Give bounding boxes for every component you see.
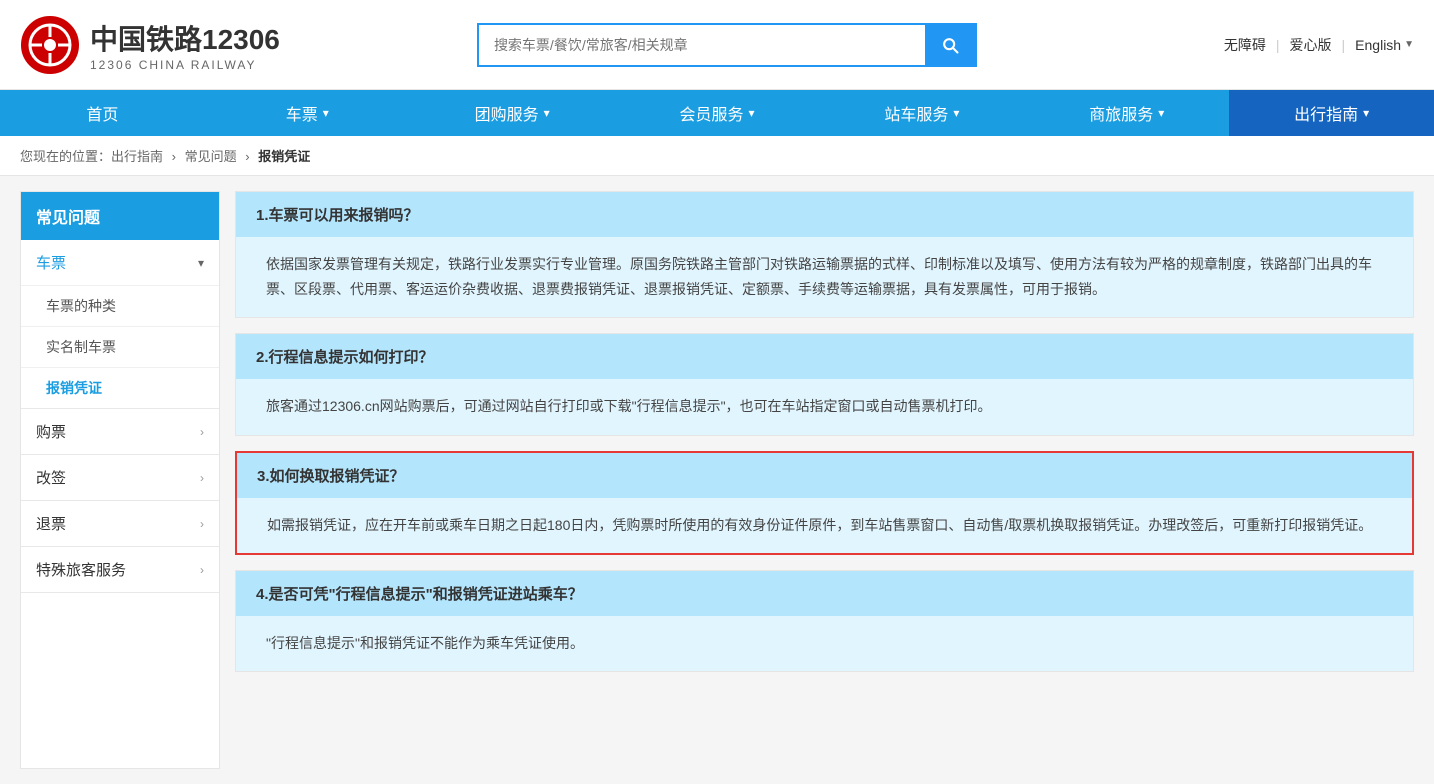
sidebar-section-label-special: 特殊旅客服务 [36, 559, 126, 580]
chevron-right-icon: › [200, 471, 204, 485]
nav-item-station[interactable]: 站车服务 ▾ [819, 90, 1024, 136]
breadcrumb-current: 报销凭证 [258, 149, 310, 164]
sidebar-section-header-buy[interactable]: 购票 › [21, 409, 219, 454]
sidebar-section-header-special[interactable]: 特殊旅客服务 › [21, 547, 219, 592]
sidebar-section-special: 特殊旅客服务 › [21, 547, 219, 593]
search-area [280, 23, 1174, 67]
divider-2: | [1342, 37, 1346, 53]
sidebar-section-header-change[interactable]: 改签 › [21, 455, 219, 500]
sidebar-section-header-refund[interactable]: 退票 › [21, 501, 219, 546]
chevron-down-icon: ▼ [1404, 39, 1414, 50]
chevron-down-icon: ▾ [1158, 106, 1164, 120]
nav-item-guide[interactable]: 出行指南 ▾ [1229, 90, 1434, 136]
faq-item-4: 4.是否可凭"行程信息提示"和报销凭证进站乘车？ "行程信息提示"和报销凭证不能… [235, 570, 1414, 672]
language-label: English [1355, 37, 1401, 53]
divider-1: | [1276, 37, 1280, 53]
sidebar: 常见问题 车票 ▾ 车票的种类 实名制车票 报销凭证 购票 › 改签 › [20, 191, 220, 769]
search-box [477, 23, 977, 67]
nav-item-tickets[interactable]: 车票 ▾ [205, 90, 410, 136]
nav-label-business: 商旅服务 [1089, 101, 1153, 125]
faq-item-3: 3.如何换取报销凭证？ 如需报销凭证，应在开车前或乘车日期之日起180日内，凭购… [235, 451, 1414, 555]
search-button[interactable] [925, 25, 975, 65]
faq-title-1: 1.车票可以用来报销吗？ [236, 192, 1413, 237]
sidebar-section-refund: 退票 › [21, 501, 219, 547]
nav-label-home: 首页 [86, 101, 118, 125]
breadcrumb-sep-1: › [172, 149, 176, 164]
nav-label-guide: 出行指南 [1294, 101, 1358, 125]
sidebar-item-real-name[interactable]: 实名制车票 [21, 326, 219, 367]
chevron-right-icon: › [200, 425, 204, 439]
nav-label-group: 团购服务 [475, 101, 539, 125]
nav-item-home[interactable]: 首页 [0, 90, 205, 136]
search-icon [940, 35, 960, 55]
sidebar-section-header-tickets[interactable]: 车票 ▾ [21, 240, 219, 285]
chevron-down-icon: ▾ [323, 106, 329, 120]
chevron-down-icon: ▾ [544, 106, 550, 120]
chevron-right-icon: › [200, 517, 204, 531]
accessibility-link[interactable]: 无障碍 [1224, 35, 1266, 55]
nav-item-group[interactable]: 团购服务 ▾ [410, 90, 615, 136]
breadcrumb-sep-2: › [245, 149, 249, 164]
sidebar-section-change: 改签 › [21, 455, 219, 501]
faq-item-1: 1.车票可以用来报销吗？ 依据国家发票管理有关规定，铁路行业发票实行专业管理。原… [235, 191, 1414, 318]
logo-text: 中国铁路12306 12306 CHINA RAILWAY [90, 18, 280, 72]
faq-body-2: 旅客通过12306.cn网站购票后，可通过网站自行打印或下载"行程信息提示"，也… [236, 379, 1413, 434]
language-selector[interactable]: English ▼ [1355, 37, 1414, 53]
faq-content: 1.车票可以用来报销吗？ 依据国家发票管理有关规定，铁路行业发票实行专业管理。原… [235, 191, 1414, 769]
breadcrumb-home[interactable]: 您现在的位置：出行指南 [20, 149, 163, 164]
main-nav: 首页 车票 ▾ 团购服务 ▾ 会员服务 ▾ 站车服务 ▾ 商旅服务 ▾ 出行指南… [0, 90, 1434, 136]
header: 中国铁路12306 12306 CHINA RAILWAY 无障碍 | 爱心版 … [0, 0, 1434, 90]
faq-body-1: 依据国家发票管理有关规定，铁路行业发票实行专业管理。原国务院铁路主管部门对铁路运… [236, 237, 1413, 317]
breadcrumb-faq[interactable]: 常见问题 [185, 149, 237, 164]
sidebar-section-label-tickets: 车票 [36, 252, 66, 273]
search-input[interactable] [479, 25, 925, 65]
logo-title: 中国铁路12306 [90, 18, 280, 58]
sidebar-section-buy: 购票 › [21, 409, 219, 455]
sidebar-item-ticket-types[interactable]: 车票的种类 [21, 285, 219, 326]
sidebar-section-label-refund: 退票 [36, 513, 66, 534]
nav-item-member[interactable]: 会员服务 ▾ [615, 90, 820, 136]
care-link[interactable]: 爱心版 [1290, 35, 1332, 55]
faq-title-3: 3.如何换取报销凭证？ [237, 453, 1412, 498]
sidebar-title: 常见问题 [21, 192, 219, 240]
faq-body-4: "行程信息提示"和报销凭证不能作为乘车凭证使用。 [236, 616, 1413, 671]
chevron-down-icon: ▾ [1363, 106, 1369, 120]
chevron-down-icon: ▾ [953, 106, 959, 120]
logo-icon [20, 15, 80, 75]
nav-item-business[interactable]: 商旅服务 ▾ [1024, 90, 1229, 136]
nav-label-tickets: 车票 [286, 101, 318, 125]
breadcrumb: 您现在的位置：出行指南 › 常见问题 › 报销凭证 [0, 136, 1434, 176]
nav-label-station: 站车服务 [884, 101, 948, 125]
chevron-down-icon: ▾ [749, 106, 755, 120]
chevron-down-icon: ▾ [198, 256, 204, 270]
chevron-right-icon: › [200, 563, 204, 577]
header-links: 无障碍 | 爱心版 | English ▼ [1174, 35, 1414, 55]
sidebar-item-reimbursement[interactable]: 报销凭证 [21, 367, 219, 408]
sidebar-section-label-buy: 购票 [36, 421, 66, 442]
faq-title-2: 2.行程信息提示如何打印？ [236, 334, 1413, 379]
faq-body-3: 如需报销凭证，应在开车前或乘车日期之日起180日内，凭购票时所使用的有效身份证件… [237, 498, 1412, 553]
nav-label-member: 会员服务 [679, 101, 743, 125]
faq-title-4: 4.是否可凭"行程信息提示"和报销凭证进站乘车？ [236, 571, 1413, 616]
faq-item-2: 2.行程信息提示如何打印？ 旅客通过12306.cn网站购票后，可通过网站自行打… [235, 333, 1414, 435]
sidebar-section-tickets: 车票 ▾ 车票的种类 实名制车票 报销凭证 [21, 240, 219, 409]
sidebar-section-label-change: 改签 [36, 467, 66, 488]
main-content: 常见问题 车票 ▾ 车票的种类 实名制车票 报销凭证 购票 › 改签 › [0, 176, 1434, 784]
logo-area: 中国铁路12306 12306 CHINA RAILWAY [20, 15, 280, 75]
logo-subtitle: 12306 CHINA RAILWAY [90, 58, 280, 72]
